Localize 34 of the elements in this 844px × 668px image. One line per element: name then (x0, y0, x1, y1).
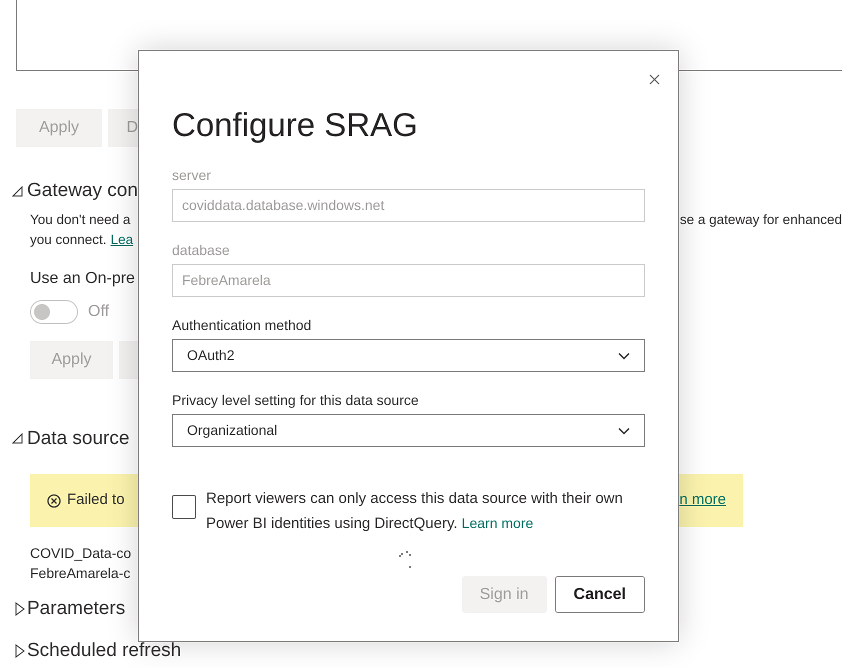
dropdown[interactable]: Organizational (172, 414, 645, 447)
dropdown[interactable]: OAuth2 (172, 339, 645, 372)
collapsed-triangle-icon[interactable] (15, 602, 25, 616)
data-source-name: FebreAmarela-c (30, 564, 132, 583)
section-heading: Parameters (27, 597, 126, 621)
checkbox[interactable] (172, 495, 196, 519)
chevron-down-icon (618, 426, 630, 434)
cancel-button[interactable]: Cancel (554, 576, 645, 613)
close-icon (648, 74, 660, 84)
checkbox-label: Report viewers can only access this data source with their own Power BI identities using DirectQuery. Learn more (206, 489, 624, 534)
field-label: database (172, 241, 231, 260)
data-source-name: COVID_Data-co (30, 544, 132, 563)
error-message: Failed to (67, 490, 126, 510)
learn-more-link[interactable]: Lea (110, 230, 134, 250)
toggle-state-label: Off (88, 302, 110, 322)
expanded-triangle-icon[interactable] (12, 433, 23, 444)
toggle-switch[interactable] (30, 300, 78, 324)
description-text: you connect. (30, 230, 107, 249)
learn-more-link[interactable]: Learn more (462, 515, 534, 531)
learn-more-link[interactable]: n more (679, 489, 726, 512)
field-label: server (172, 166, 212, 185)
collapsed-triangle-icon[interactable] (15, 644, 25, 658)
expanded-triangle-icon[interactable] (12, 186, 23, 197)
description-text: You don't need a (30, 210, 132, 228)
field-label: Privacy level setting for this data source (172, 391, 420, 410)
chevron-down-icon (618, 352, 630, 360)
toggle-label: Use an On-pre (30, 268, 136, 288)
error-icon (47, 494, 61, 508)
section-heading: Gateway con (27, 179, 138, 203)
dialog-title: Configure SRAG (172, 105, 419, 145)
description-text: se a gateway for enhanced (680, 210, 842, 229)
section-heading: Data source (27, 426, 130, 450)
field-label: Authentication method (172, 316, 312, 335)
section-heading: Scheduled refresh (27, 639, 182, 663)
